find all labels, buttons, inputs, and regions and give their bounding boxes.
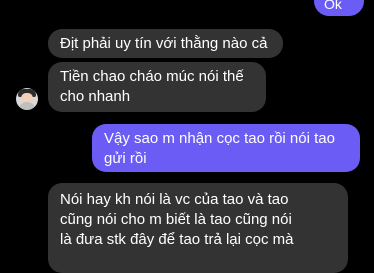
message-line: cho nhanh <box>60 88 131 105</box>
message-line: Vậy sao m nhận cọc tao rồi nói tao <box>104 130 335 147</box>
message-line: Nói hay kh nói là vc của tao và tao <box>60 191 289 208</box>
message-outgoing-2[interactable]: Vậy sao m nhận cọc tao rồi nói tao gửi r… <box>92 124 360 172</box>
message-incoming-2[interactable]: Tiền chao cháo múc nói thế cho nhanh <box>48 62 266 112</box>
message-incoming-1[interactable]: Địt phải uy tín với thằng nào cả <box>48 29 283 58</box>
message-outgoing-ok[interactable]: Ok <box>314 0 364 16</box>
message-text: Ok <box>324 0 342 12</box>
message-incoming-3[interactable]: Nói hay kh nói là vc của tao và tao cũng… <box>48 183 348 273</box>
message-line: cũng nói cho m biết là tao cũng nói <box>60 211 292 228</box>
message-text: Địt phải uy tín với thằng nào cả <box>60 35 268 52</box>
message-line: gửi rồi <box>104 150 147 167</box>
message-line: Tiền chao cháo múc nói thế <box>60 68 244 85</box>
user-avatar-icon[interactable] <box>16 88 38 110</box>
message-line: là đưa stk đây để tao trả lại cọc mà <box>60 231 294 248</box>
